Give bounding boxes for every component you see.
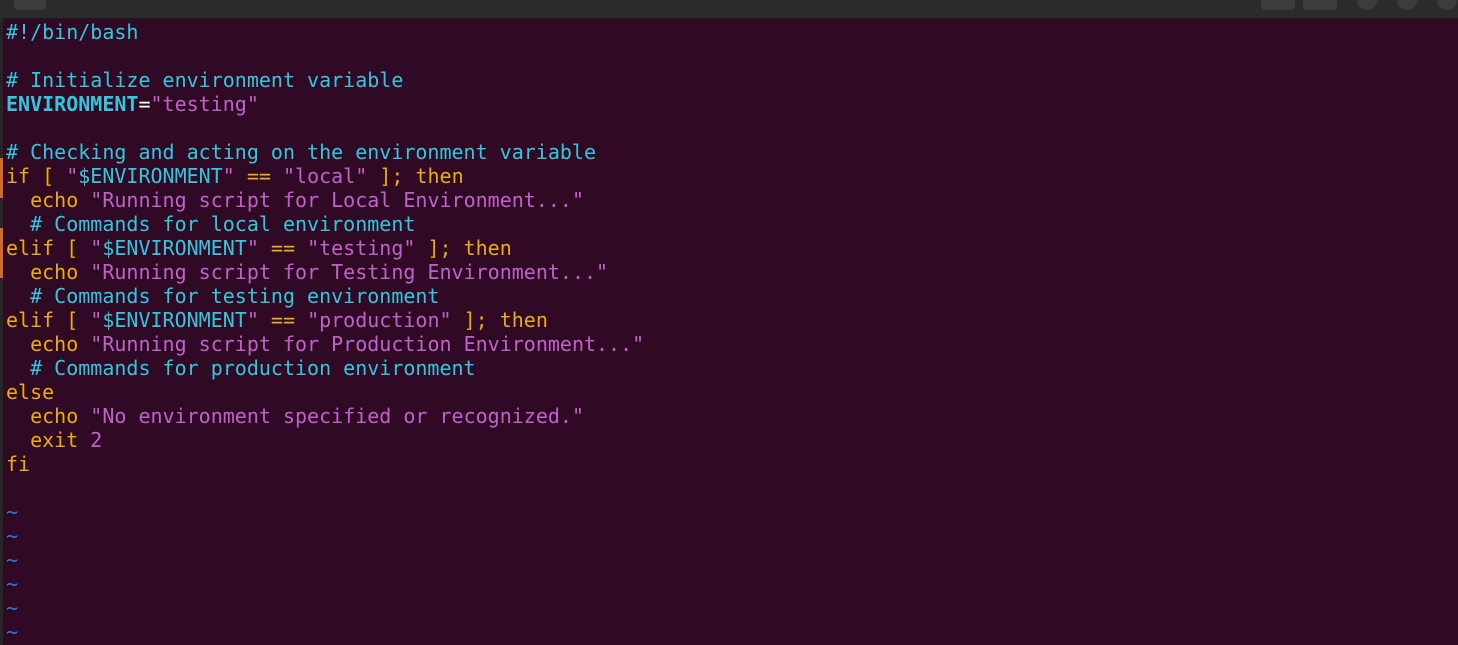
code-token-string: " bbox=[90, 308, 103, 332]
code-line[interactable]: elif [ "$ENVIRONMENT" == "testing" ]; th… bbox=[6, 236, 1446, 260]
code-line[interactable]: # Initialize environment variable bbox=[6, 68, 1446, 92]
tilde-marker: ~ bbox=[6, 596, 19, 620]
code-token-keyword: echo bbox=[6, 188, 91, 212]
code-token-keyword: elif [ bbox=[6, 308, 91, 332]
code-line[interactable]: # Commands for local environment bbox=[6, 212, 1446, 236]
code-line[interactable] bbox=[6, 476, 1446, 500]
empty-buffer-line[interactable]: ~ bbox=[6, 548, 1446, 572]
left-dock-edge bbox=[0, 18, 3, 645]
code-line[interactable] bbox=[6, 116, 1446, 140]
code-token-ident: ENVIRONMENT bbox=[6, 92, 139, 116]
code-token-string: "No environment specified or recognized.… bbox=[90, 404, 584, 428]
code-line[interactable]: else bbox=[6, 380, 1446, 404]
code-token-keyword: echo bbox=[6, 332, 91, 356]
code-editor[interactable]: #!/bin/bash # Initialize environment var… bbox=[6, 20, 1446, 644]
code-token-string: "local" bbox=[282, 164, 368, 188]
code-token-keyword: else bbox=[6, 380, 55, 404]
code-line[interactable]: if [ "$ENVIRONMENT" == "local" ]; then bbox=[6, 164, 1446, 188]
code-token-keyword: ]; then bbox=[451, 308, 548, 332]
code-token-keyword: fi bbox=[6, 452, 31, 476]
tilde-marker: ~ bbox=[6, 620, 19, 644]
code-token-keyword: exit bbox=[6, 428, 91, 452]
code-token-string: "production" bbox=[307, 308, 452, 332]
code-line[interactable]: elif [ "$ENVIRONMENT" == "production" ];… bbox=[6, 308, 1446, 332]
code-token-string: "Running script for Testing Environment.… bbox=[90, 260, 609, 284]
code-line[interactable]: echo "Running script for Production Envi… bbox=[6, 332, 1446, 356]
code-line[interactable]: # Commands for production environment bbox=[6, 356, 1446, 380]
code-token-comment: # Initialize environment variable bbox=[6, 68, 404, 92]
code-line[interactable]: exit 2 bbox=[6, 428, 1446, 452]
close-icon[interactable] bbox=[1437, 0, 1457, 10]
code-token-keyword: ]; then bbox=[415, 236, 512, 260]
empty-buffer-line[interactable]: ~ bbox=[6, 620, 1446, 644]
code-token-string: " bbox=[222, 164, 235, 188]
tilde-marker: ~ bbox=[6, 500, 19, 524]
tilde-marker: ~ bbox=[6, 524, 19, 548]
code-token-keyword: echo bbox=[6, 260, 91, 284]
code-token-keyword: elif [ bbox=[6, 236, 91, 260]
code-token-string: "testing" bbox=[307, 236, 416, 260]
empty-buffer-line[interactable]: ~ bbox=[6, 596, 1446, 620]
code-token-comment: #!/bin/bash bbox=[6, 20, 139, 44]
dock-indicator bbox=[0, 228, 3, 278]
code-token-comment: # Checking and acting on the environment… bbox=[6, 140, 597, 164]
code-line[interactable]: echo "Running script for Local Environme… bbox=[6, 188, 1446, 212]
code-token-string: " bbox=[246, 236, 259, 260]
code-token-string: " bbox=[90, 236, 103, 260]
minimize-icon[interactable] bbox=[1357, 0, 1377, 10]
code-line[interactable]: # Checking and acting on the environment… bbox=[6, 140, 1446, 164]
empty-buffer-line[interactable]: ~ bbox=[6, 524, 1446, 548]
menu-icon[interactable] bbox=[14, 0, 46, 10]
code-token-number: 2 bbox=[90, 428, 103, 452]
empty-buffer-line[interactable]: ~ bbox=[6, 500, 1446, 524]
code-token-keyword: == bbox=[234, 164, 283, 188]
dock-indicator bbox=[0, 158, 3, 198]
code-token-comment: # Commands for testing environment bbox=[6, 284, 440, 308]
code-line[interactable] bbox=[6, 44, 1446, 68]
code-token-keyword: == bbox=[258, 236, 308, 260]
tilde-marker: ~ bbox=[6, 548, 19, 572]
code-line[interactable]: # Commands for testing environment bbox=[6, 284, 1446, 308]
code-token-keyword: ]; then bbox=[367, 164, 464, 188]
code-token-comment: # Commands for production environment bbox=[6, 356, 476, 380]
code-token-string: "Running script for Production Environme… bbox=[90, 332, 645, 356]
code-token-keyword: == bbox=[258, 308, 308, 332]
code-line[interactable]: ENVIRONMENT="testing" bbox=[6, 92, 1446, 116]
code-line[interactable]: echo "Running script for Testing Environ… bbox=[6, 260, 1446, 284]
code-line[interactable]: #!/bin/bash bbox=[6, 20, 1446, 44]
search-icon[interactable] bbox=[1261, 0, 1295, 10]
code-token-keyword: echo bbox=[6, 404, 91, 428]
code-token-var: $ENVIRONMENT bbox=[102, 308, 247, 332]
code-token-keyword: if [ bbox=[6, 164, 67, 188]
code-token-op: = bbox=[138, 92, 151, 116]
code-token-string: " bbox=[66, 164, 79, 188]
code-line[interactable]: echo "No environment specified or recogn… bbox=[6, 404, 1446, 428]
empty-buffer-line[interactable]: ~ bbox=[6, 572, 1446, 596]
code-token-string: " bbox=[246, 308, 259, 332]
code-line[interactable]: fi bbox=[6, 452, 1446, 476]
title-bar bbox=[0, 0, 1458, 19]
code-token-string: "Running script for Local Environment...… bbox=[90, 188, 584, 212]
code-token-string: "testing" bbox=[150, 92, 259, 116]
hamburger-icon[interactable] bbox=[1303, 0, 1337, 10]
tilde-marker: ~ bbox=[6, 572, 19, 596]
code-token-var: $ENVIRONMENT bbox=[102, 236, 247, 260]
code-token-comment: # Commands for local environment bbox=[6, 212, 416, 236]
terminal-window: #!/bin/bash # Initialize environment var… bbox=[0, 0, 1458, 645]
maximize-icon[interactable] bbox=[1397, 0, 1417, 10]
code-token-var: $ENVIRONMENT bbox=[78, 164, 223, 188]
